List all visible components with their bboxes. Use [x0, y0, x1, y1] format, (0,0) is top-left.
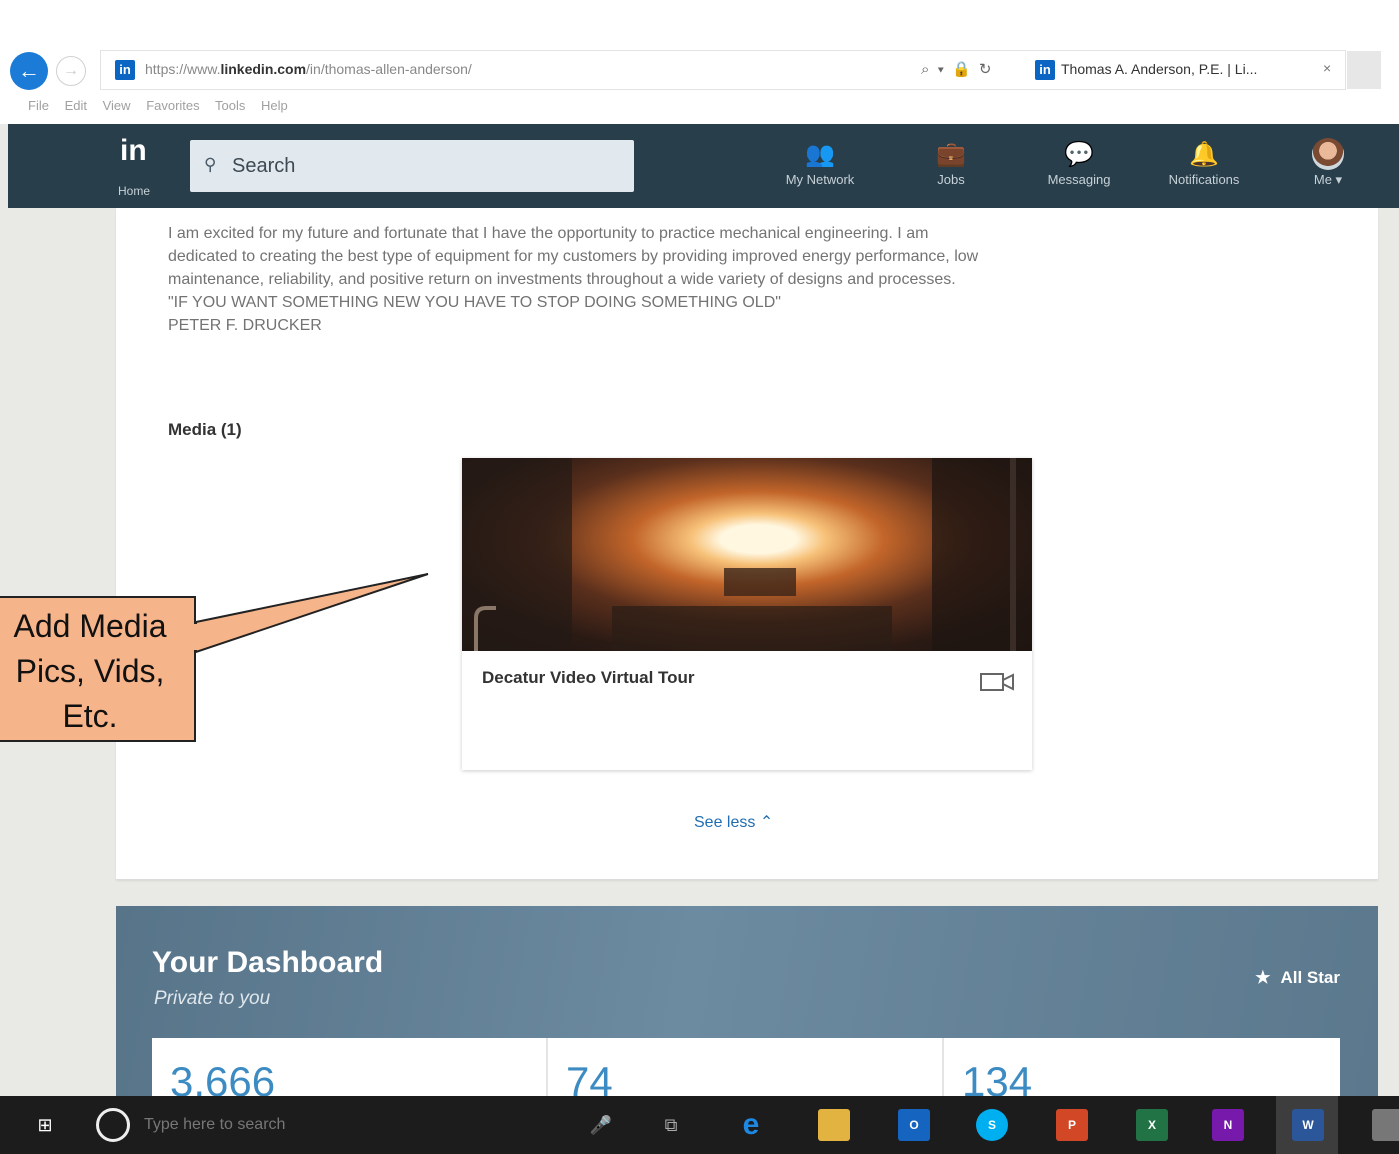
bell-icon: 🔔: [1189, 141, 1219, 168]
excel-icon[interactable]: X: [1136, 1109, 1168, 1141]
task-view-icon[interactable]: ⧉: [656, 1110, 686, 1140]
nav-notifications[interactable]: 🔔 Notifications: [1142, 138, 1266, 202]
search-placeholder: Search: [232, 155, 296, 177]
nav-me[interactable]: Me ▾: [1298, 138, 1358, 202]
tab-close-icon[interactable]: ×: [1323, 60, 1331, 76]
avatar-wrapper: [1298, 138, 1358, 172]
url-domain: linkedin.com: [220, 61, 307, 77]
powerpoint-icon[interactable]: P: [1056, 1109, 1088, 1141]
all-star-badge[interactable]: ★ All Star: [1255, 968, 1340, 988]
summary-line-4: "IF YOU WANT SOMETHING NEW YOU HAVE TO S…: [168, 294, 781, 311]
dashboard-subtitle: Private to you: [154, 988, 271, 1009]
nav-my-network-label: My Network: [785, 172, 855, 187]
menu-help[interactable]: Help: [261, 98, 288, 113]
onenote-icon[interactable]: N: [1212, 1109, 1244, 1141]
people-icon: 👥: [805, 141, 835, 168]
dashboard-title: Your Dashboard: [152, 946, 384, 979]
search-icon: ⚲: [204, 155, 217, 174]
menu-tools[interactable]: Tools: [215, 98, 245, 113]
summary-line-1: I am excited for my future and fortunate…: [168, 225, 929, 242]
nav-messaging[interactable]: 💬 Messaging: [1024, 138, 1134, 202]
callout-line-2: Pics, Vids,: [15, 653, 165, 689]
media-heading: Media (1): [168, 420, 242, 439]
summary-line-5: PETER F. DRUCKER: [168, 317, 322, 334]
home-label[interactable]: Home: [118, 184, 150, 198]
media-thumbnail[interactable]: [462, 458, 1032, 651]
menu-view[interactable]: View: [103, 98, 131, 113]
url-prefix: https://www.: [145, 61, 221, 77]
address-bar-icons[interactable]: ⌕ ▾ 🔒 ↻: [921, 60, 993, 78]
menu-file[interactable]: File: [28, 98, 49, 113]
outlook-icon[interactable]: O: [898, 1109, 930, 1141]
search-input[interactable]: ⚲ Search: [190, 140, 634, 192]
chat-icon: 💬: [1064, 141, 1094, 168]
tab-favicon-icon: in: [1035, 60, 1055, 80]
nav-jobs[interactable]: 💼 Jobs: [910, 138, 992, 202]
summary-text: I am excited for my future and fortunate…: [168, 222, 1348, 337]
furnace-image: [462, 458, 1032, 651]
nav-me-label: Me ▾: [1313, 172, 1343, 187]
new-tab-button[interactable]: [1347, 51, 1381, 89]
skype-icon[interactable]: S: [976, 1109, 1008, 1141]
windows-taskbar: ⊞ Type here to search 🎤 ⧉ e O S P X N W: [0, 1096, 1399, 1154]
avatar: [1312, 138, 1344, 170]
linkedin-logo-icon[interactable]: in: [120, 134, 170, 184]
cortana-icon[interactable]: [96, 1108, 130, 1142]
url-path: /in/thomas-allen-anderson/: [306, 61, 472, 77]
taskbar-search-input[interactable]: Type here to search: [144, 1116, 285, 1134]
all-star-label: All Star: [1280, 968, 1340, 987]
tab-title[interactable]: Thomas A. Anderson, P.E. | Li...: [1061, 61, 1257, 77]
menu-bar: File Edit View Favorites Tools Help: [28, 98, 300, 118]
nav-notifications-label: Notifications: [1168, 172, 1240, 187]
nav-my-network[interactable]: 👥 My Network: [760, 138, 880, 202]
nav-messaging-label: Messaging: [1047, 172, 1111, 187]
linkedin-nav-bar: in Home ⚲ Search 👥 My Network 💼 Jobs 💬 M…: [8, 124, 1399, 208]
menu-favorites[interactable]: Favorites: [146, 98, 199, 113]
callout-box: Add Media Pics, Vids, Etc.: [0, 596, 196, 742]
microphone-icon[interactable]: 🎤: [586, 1110, 616, 1140]
video-icon: [980, 673, 1014, 691]
file-explorer-icon[interactable]: [818, 1109, 850, 1141]
media-item-card[interactable]: Decatur Video Virtual Tour: [462, 458, 1032, 770]
forward-button[interactable]: →: [56, 56, 86, 86]
briefcase-icon: 💼: [936, 141, 966, 168]
browser-chrome: ← → in https://www.linkedin.com/in/thoma…: [0, 0, 1399, 124]
callout-line-3: Etc.: [62, 698, 118, 734]
screenshot-root: ← → in https://www.linkedin.com/in/thoma…: [0, 0, 1399, 1154]
profile-summary-card: I am excited for my future and fortunate…: [116, 208, 1378, 880]
word-icon[interactable]: W: [1292, 1109, 1324, 1141]
dashboard-card: Your Dashboard Private to you ★ All Star …: [116, 906, 1378, 1118]
menu-edit[interactable]: Edit: [65, 98, 87, 113]
media-item-title[interactable]: Decatur Video Virtual Tour: [482, 668, 695, 688]
address-bar[interactable]: in https://www.linkedin.com/in/thomas-al…: [100, 50, 1381, 90]
linkedin-favicon-icon: in: [115, 60, 135, 80]
windows-start-icon[interactable]: ⊞: [30, 1110, 60, 1140]
url-text[interactable]: https://www.linkedin.com/in/thomas-allen…: [145, 61, 472, 77]
star-icon: ★: [1255, 968, 1271, 987]
see-less-link[interactable]: See less ⌃: [694, 812, 773, 832]
callout-text: Add Media Pics, Vids, Etc.: [0, 604, 188, 739]
desktop-app-icon[interactable]: [1372, 1109, 1399, 1141]
summary-line-2: dedicated to creating the best type of e…: [168, 248, 979, 265]
internet-explorer-icon[interactable]: e: [736, 1110, 766, 1140]
nav-jobs-label: Jobs: [937, 172, 965, 187]
callout-line-1: Add Media: [13, 608, 167, 644]
summary-line-3: maintenance, reliability, and positive r…: [168, 271, 956, 288]
back-button[interactable]: ←: [10, 52, 48, 90]
